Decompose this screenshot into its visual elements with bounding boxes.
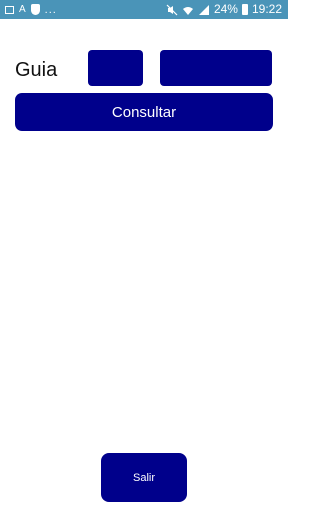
more-dots-icon: ... — [44, 3, 57, 16]
status-bar-right: 24% 19:22 — [166, 2, 282, 17]
text-a-icon: A — [19, 3, 26, 15]
guia-series-input[interactable] — [88, 50, 143, 86]
wifi-icon — [182, 6, 193, 15]
signal-icon — [198, 4, 209, 15]
mute-icon — [166, 4, 178, 15]
status-bar: A ... 24% 19:22 — [0, 0, 288, 19]
consult-button[interactable]: Consultar — [15, 93, 273, 131]
clock: 19:22 — [251, 2, 282, 16]
guia-label: Guia — [15, 59, 58, 81]
status-bar-left: A ... — [5, 2, 57, 17]
battery-icon — [241, 4, 248, 15]
image-icon — [5, 5, 14, 14]
battery-percent: 24% — [213, 2, 238, 16]
guia-number-input[interactable] — [160, 50, 272, 86]
shield-icon — [30, 4, 40, 15]
exit-button[interactable]: Salir — [101, 453, 187, 502]
